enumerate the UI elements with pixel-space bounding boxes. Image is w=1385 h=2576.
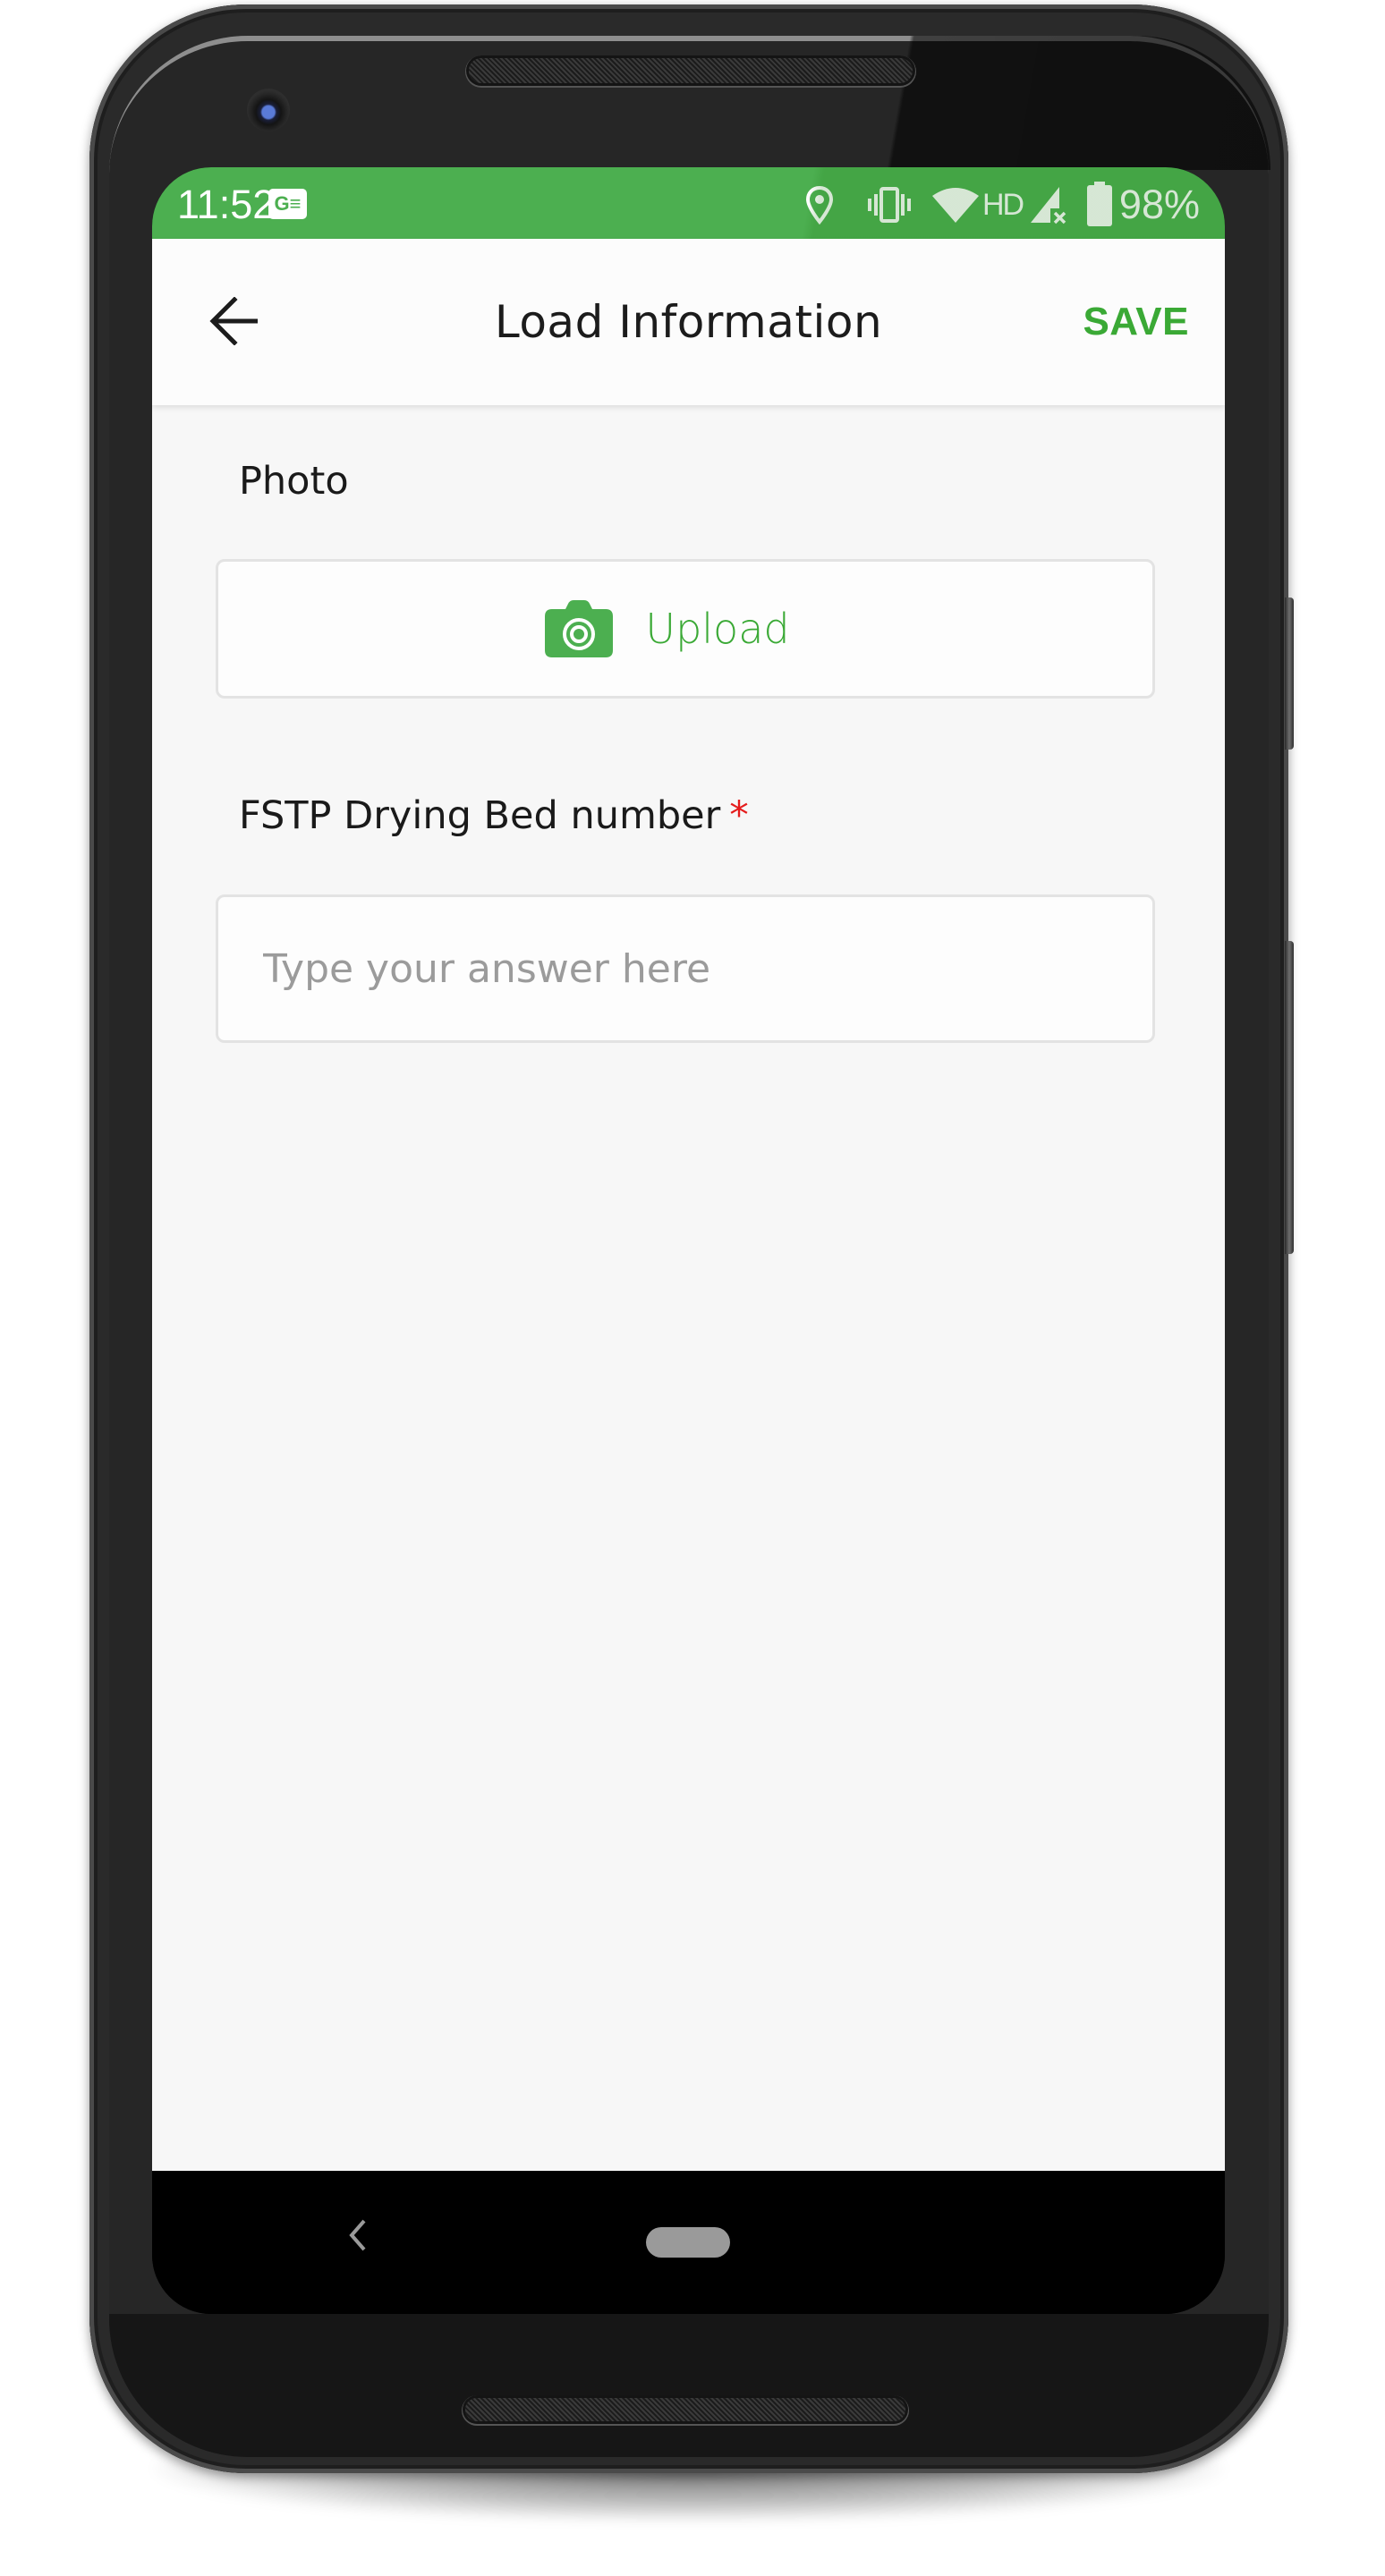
drying-bed-label: FSTP Drying Bed number * bbox=[239, 793, 749, 838]
system-nav-bar bbox=[152, 2171, 1225, 2314]
required-marker: * bbox=[729, 793, 749, 838]
volume-button[interactable] bbox=[1285, 941, 1294, 1254]
wifi-icon bbox=[932, 188, 979, 223]
camera-icon bbox=[545, 600, 614, 657]
hd-icon: HD bbox=[982, 188, 1024, 222]
device-screen: 11:52 G≡ HD 98% Load Information SAVE Ph… bbox=[152, 167, 1225, 2314]
nav-back-icon[interactable] bbox=[344, 2217, 371, 2253]
location-icon bbox=[805, 185, 834, 225]
signal-no-service-icon bbox=[1031, 187, 1066, 225]
upload-label: Upload bbox=[645, 605, 790, 653]
front-camera bbox=[247, 89, 290, 131]
battery-percent: 98% bbox=[1118, 182, 1200, 227]
power-button[interactable] bbox=[1285, 597, 1294, 750]
drying-bed-number-input[interactable] bbox=[216, 894, 1155, 1043]
vibrate-icon bbox=[868, 187, 911, 223]
photo-label: Photo bbox=[239, 459, 349, 504]
form-content: Photo Upload FSTP Drying Bed number * bbox=[152, 405, 1225, 2171]
status-time: 11:52 bbox=[177, 182, 276, 227]
phone-chin bbox=[109, 2314, 1269, 2457]
bottom-speaker bbox=[465, 2398, 905, 2421]
page-title: Load Information bbox=[494, 296, 883, 348]
drying-bed-label-text: FSTP Drying Bed number bbox=[239, 793, 721, 838]
nav-home-pill[interactable] bbox=[646, 2227, 730, 2258]
save-button[interactable]: SAVE bbox=[1083, 292, 1189, 352]
app-bar: Load Information SAVE bbox=[152, 239, 1225, 405]
upload-photo-button[interactable]: Upload bbox=[216, 559, 1155, 699]
google-news-icon: G≡ bbox=[268, 189, 307, 219]
earpiece-speaker bbox=[469, 58, 913, 83]
battery-icon bbox=[1087, 182, 1112, 226]
status-bar: 11:52 G≡ HD 98% bbox=[152, 167, 1225, 239]
